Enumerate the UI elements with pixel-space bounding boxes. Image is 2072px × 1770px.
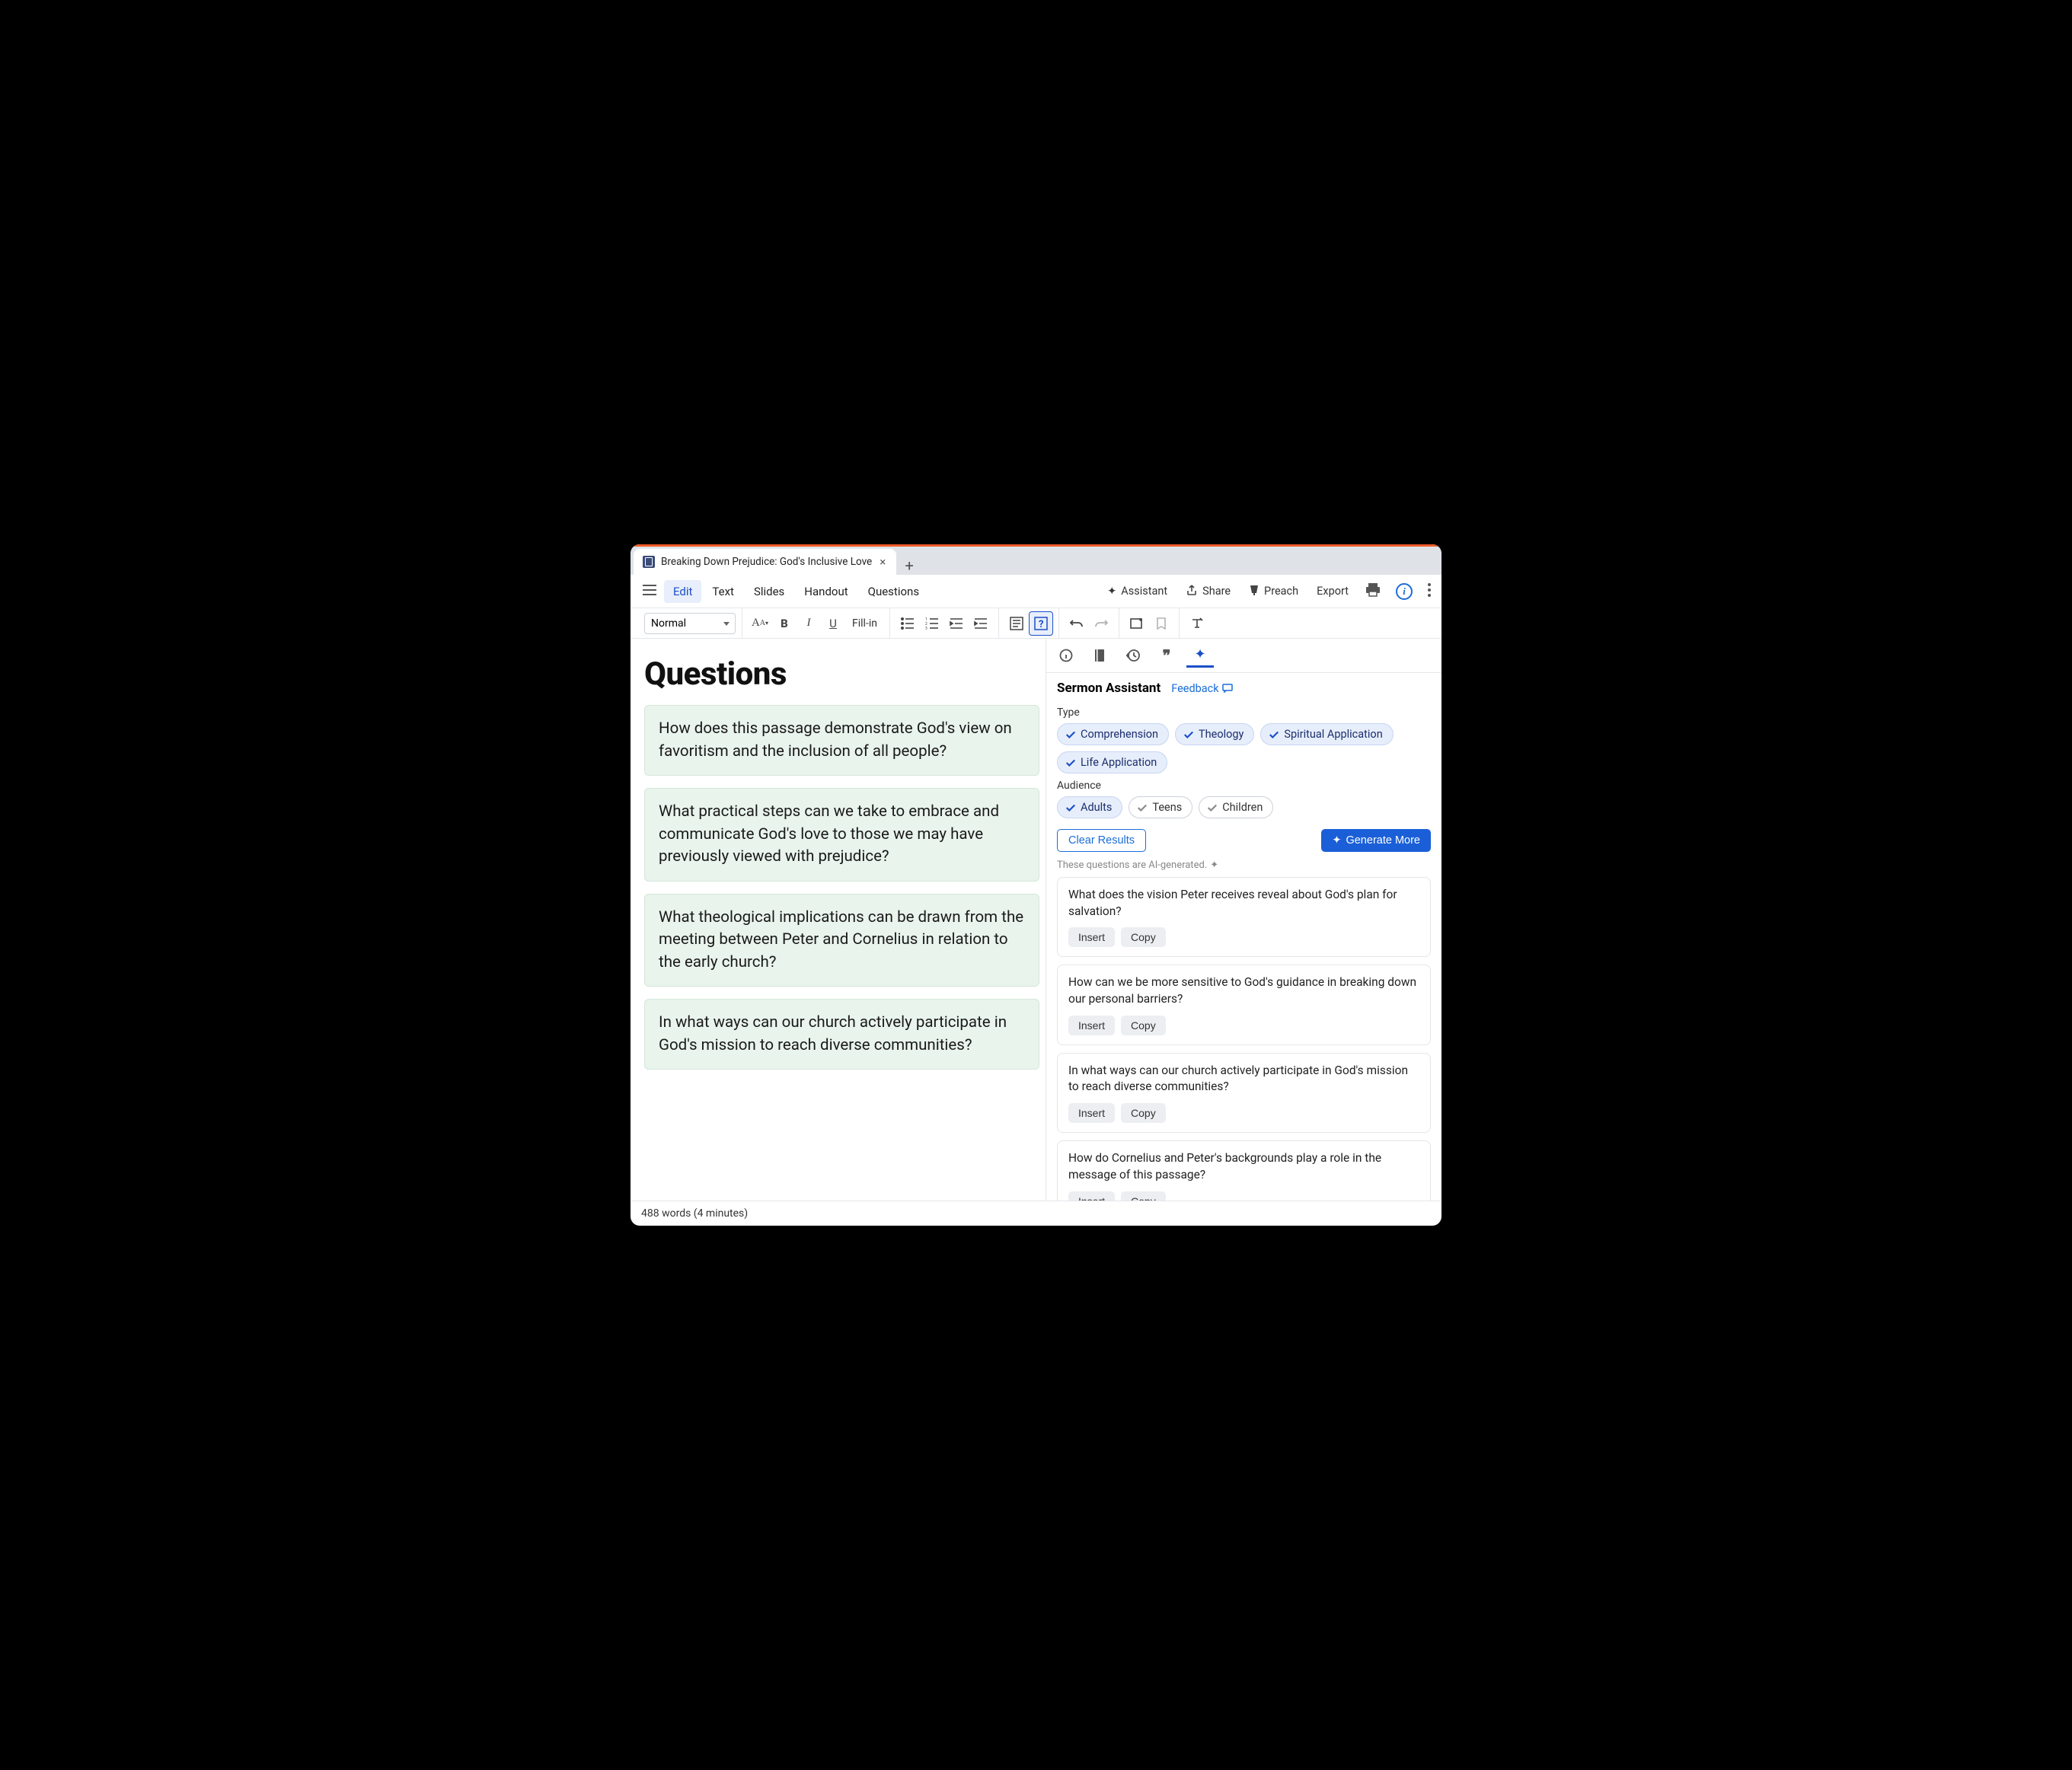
type-chip[interactable]: Spiritual Application (1260, 723, 1393, 745)
side-panel: ❞ ✦ Sermon Assistant Feedback Type Compr… (1046, 639, 1441, 1201)
generated-text: In what ways can our church actively par… (1068, 1063, 1419, 1095)
info-icon[interactable]: i (1390, 579, 1419, 604)
browser-tab[interactable]: Breaking Down Prejudice: God's Inclusive… (634, 549, 896, 575)
audience-chips: Adults Teens Children (1057, 796, 1431, 818)
history-tab-icon[interactable] (1119, 643, 1147, 668)
bullet-list-icon[interactable] (896, 612, 919, 635)
view-questions[interactable]: Questions (859, 580, 928, 603)
view-tabs: Edit Text Slides Handout Questions (664, 580, 928, 603)
app-window: Breaking Down Prejudice: God's Inclusive… (631, 544, 1441, 1226)
generated-question-card: How do Cornelius and Peter's backgrounds… (1057, 1140, 1431, 1201)
copy-button[interactable]: Copy (1121, 927, 1166, 947)
assistant-button[interactable]: ✦ Assistant (1100, 580, 1175, 602)
view-edit[interactable]: Edit (664, 580, 701, 603)
kebab-icon[interactable] (1422, 579, 1437, 604)
type-chip[interactable]: Comprehension (1057, 723, 1169, 745)
question-block[interactable]: In what ways can our church actively par… (644, 999, 1039, 1070)
editor-pane[interactable]: Questions How does this passage demonstr… (631, 639, 1046, 1201)
redo-icon[interactable] (1090, 612, 1113, 635)
new-tab-button[interactable]: + (896, 557, 922, 575)
audience-chip[interactable]: Children (1199, 796, 1273, 818)
print-icon[interactable] (1359, 579, 1387, 604)
font-size-button[interactable]: AA▾ (749, 612, 771, 635)
generate-more-button[interactable]: ✦ Generate More (1321, 829, 1431, 852)
page-title: Questions (644, 655, 1039, 693)
copy-button[interactable]: Copy (1121, 1103, 1166, 1123)
svg-text:3: 3 (925, 627, 927, 630)
status-bar: 488 words (4 minutes) (631, 1201, 1441, 1226)
quote-tab-icon[interactable]: ❞ (1153, 643, 1180, 668)
generated-question-card: How can we be more sensitive to God's gu… (1057, 965, 1431, 1044)
insert-button[interactable]: Insert (1068, 1103, 1115, 1123)
question-block[interactable]: What practical steps can we take to embr… (644, 788, 1039, 882)
italic-button[interactable]: I (797, 612, 820, 635)
tab-title: Breaking Down Prejudice: God's Inclusive… (661, 556, 872, 568)
outdent-icon[interactable] (945, 612, 968, 635)
info-tab-icon[interactable] (1052, 643, 1080, 668)
insert-button[interactable]: Insert (1068, 1016, 1115, 1035)
copy-button[interactable]: Copy (1121, 1016, 1166, 1035)
view-slides[interactable]: Slides (745, 580, 793, 603)
audience-chip[interactable]: Adults (1057, 796, 1122, 818)
sparkle-icon: ✦ (1107, 585, 1116, 598)
generated-text: What does the vision Peter receives reve… (1068, 887, 1419, 920)
share-button[interactable]: Share (1178, 579, 1238, 604)
view-handout[interactable]: Handout (795, 580, 857, 603)
tab-strip: Breaking Down Prejudice: God's Inclusive… (631, 544, 1441, 575)
insert-button[interactable]: Insert (1068, 927, 1115, 947)
bible-tab-icon[interactable] (1086, 643, 1113, 668)
svg-text:?: ? (1039, 619, 1043, 630)
bookmark-icon[interactable] (1150, 612, 1173, 635)
type-chip[interactable]: Life Application (1057, 751, 1167, 773)
generated-text: How do Cornelius and Peter's backgrounds… (1068, 1150, 1419, 1183)
question-block-icon[interactable]: ? (1030, 612, 1052, 635)
undo-icon[interactable] (1065, 612, 1088, 635)
ai-generated-note: These questions are AI-generated. ✦ (1057, 859, 1431, 871)
type-label: Type (1057, 706, 1431, 719)
generated-question-card: What does the vision Peter receives reve… (1057, 877, 1431, 957)
menubar: Edit Text Slides Handout Questions ✦ Ass… (631, 575, 1441, 608)
bold-button[interactable]: B (773, 612, 796, 635)
copy-button[interactable]: Copy (1121, 1191, 1166, 1201)
number-list-icon[interactable]: 123 (921, 612, 943, 635)
audience-label: Audience (1057, 780, 1431, 792)
question-block[interactable]: What theological implications can be dra… (644, 894, 1039, 987)
view-text[interactable]: Text (703, 580, 743, 603)
sparkle-icon: ✦ (1332, 834, 1341, 847)
type-chips: Comprehension Theology Spiritual Applicati… (1057, 723, 1431, 773)
close-icon[interactable]: × (878, 555, 887, 569)
side-panel-tabs: ❞ ✦ (1046, 639, 1441, 673)
indent-icon[interactable] (969, 612, 992, 635)
assistant-tab-icon[interactable]: ✦ (1186, 643, 1214, 668)
generated-text: How can we be more sensitive to God's gu… (1068, 974, 1419, 1007)
preach-button[interactable]: Preach (1241, 579, 1306, 604)
text-block-icon[interactable] (1005, 612, 1028, 635)
feedback-link[interactable]: Feedback (1171, 682, 1232, 695)
generated-question-card: In what ways can our church actively par… (1057, 1053, 1431, 1133)
type-chip[interactable]: Theology (1175, 723, 1254, 745)
underline-button[interactable]: U (822, 612, 844, 635)
format-toolbar: Normal AA▾ B I U Fill-in 123 ? (631, 608, 1441, 639)
clear-format-icon[interactable] (1186, 612, 1208, 635)
panel-title: Sermon Assistant (1057, 681, 1161, 696)
question-block[interactable]: How does this passage demonstrate God's … (644, 705, 1039, 776)
export-button[interactable]: Export (1309, 580, 1356, 602)
podium-icon (1249, 584, 1259, 599)
tab-favicon (643, 556, 655, 568)
sparkle-icon: ✦ (1210, 859, 1218, 871)
insert-button[interactable]: Insert (1068, 1191, 1115, 1201)
share-icon (1186, 584, 1198, 599)
hamburger-icon[interactable] (635, 579, 664, 603)
audience-chip[interactable]: Teens (1129, 796, 1192, 818)
fillin-button[interactable]: Fill-in (846, 617, 883, 630)
style-select[interactable]: Normal (644, 613, 736, 634)
clear-results-button[interactable]: Clear Results (1057, 829, 1146, 852)
word-count: 488 words (4 minutes) (641, 1207, 748, 1220)
insert-image-icon[interactable] (1125, 612, 1148, 635)
